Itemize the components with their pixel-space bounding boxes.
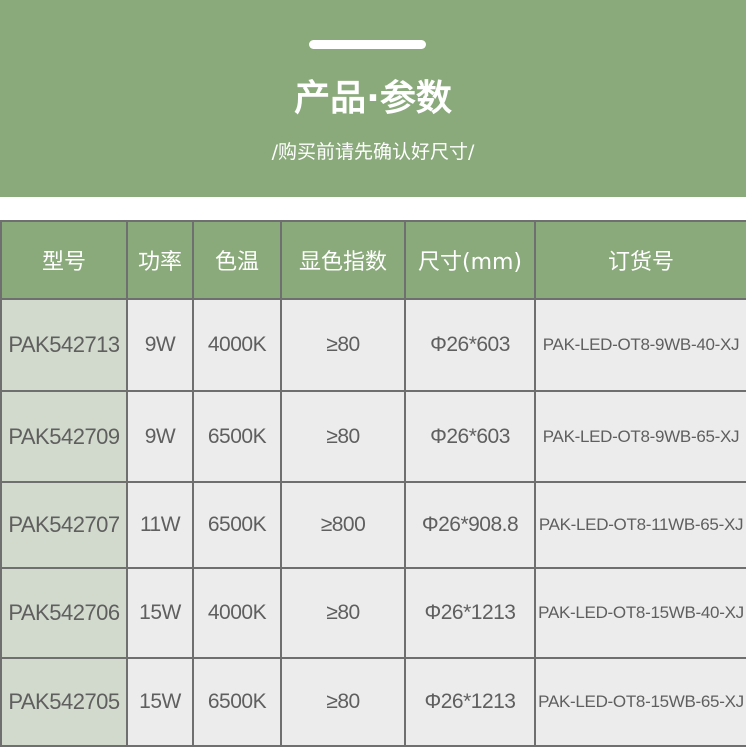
- table-row: PAK542706 15W 4000K ≥80 Φ26*1213 PAK-LED…: [0, 567, 746, 659]
- cell-power: 11W: [126, 481, 194, 569]
- cell-cri: ≥80: [280, 657, 406, 747]
- cell-model: PAK542713: [0, 298, 128, 392]
- table-row: PAK542705 15W 6500K ≥80 Φ26*1213 PAK-LED…: [0, 657, 746, 747]
- cell-size: Φ26*908.8: [404, 481, 536, 569]
- column-header-power: 功率: [126, 220, 194, 300]
- cell-size: Φ26*603: [404, 298, 536, 392]
- cell-order-no: PAK-LED-OT8-15WB-65-XJ: [534, 657, 746, 747]
- cell-size: Φ26*603: [404, 390, 536, 483]
- cell-color-temp: 6500K: [192, 390, 282, 483]
- cell-cri: ≥80: [280, 390, 406, 483]
- cell-cri: ≥80: [280, 298, 406, 392]
- cell-power: 15W: [126, 657, 194, 747]
- table-row: PAK542713 9W 4000K ≥80 Φ26*603 PAK-LED-O…: [0, 298, 746, 392]
- cell-power: 9W: [126, 298, 194, 392]
- column-header-color-temp: 色温: [192, 220, 282, 300]
- cell-model: PAK542709: [0, 390, 128, 483]
- column-header-model: 型号: [0, 220, 128, 300]
- cell-color-temp: 6500K: [192, 657, 282, 747]
- cell-power: 15W: [126, 567, 194, 659]
- cell-model: PAK542706: [0, 567, 128, 659]
- cell-color-temp: 6500K: [192, 481, 282, 569]
- column-header-order-no: 订货号: [534, 220, 746, 300]
- cell-cri: ≥80: [280, 567, 406, 659]
- decorative-bar: [309, 40, 426, 49]
- cell-order-no: PAK-LED-OT8-9WB-65-XJ: [534, 390, 746, 483]
- cell-model: PAK542707: [0, 481, 128, 569]
- spec-table: 型号 功率 色温 显色指数 尺寸(mm) 订货号 PAK542713 9W 40…: [0, 220, 746, 747]
- table-header-row: 型号 功率 色温 显色指数 尺寸(mm) 订货号: [0, 220, 746, 300]
- table-row: PAK542707 11W 6500K ≥800 Φ26*908.8 PAK-L…: [0, 481, 746, 569]
- column-header-size: 尺寸(mm): [404, 220, 536, 300]
- cell-size: Φ26*1213: [404, 567, 536, 659]
- cell-power: 9W: [126, 390, 194, 483]
- cell-order-no: PAK-LED-OT8-11WB-65-XJ: [534, 481, 746, 569]
- table-row: PAK542709 9W 6500K ≥80 Φ26*603 PAK-LED-O…: [0, 390, 746, 483]
- cell-order-no: PAK-LED-OT8-9WB-40-XJ: [534, 298, 746, 392]
- cell-color-temp: 4000K: [192, 567, 282, 659]
- page-subtitle: /购买前请先确认好尺寸/: [271, 141, 475, 163]
- page-title: 产品·参数: [294, 78, 452, 119]
- cell-model: PAK542705: [0, 657, 128, 747]
- cell-cri: ≥800: [280, 481, 406, 569]
- cell-order-no: PAK-LED-OT8-15WB-40-XJ: [534, 567, 746, 659]
- cell-color-temp: 4000K: [192, 298, 282, 392]
- cell-size: Φ26*1213: [404, 657, 536, 747]
- column-header-cri: 显色指数: [280, 220, 406, 300]
- header-banner: 产品·参数 /购买前请先确认好尺寸/: [0, 0, 746, 197]
